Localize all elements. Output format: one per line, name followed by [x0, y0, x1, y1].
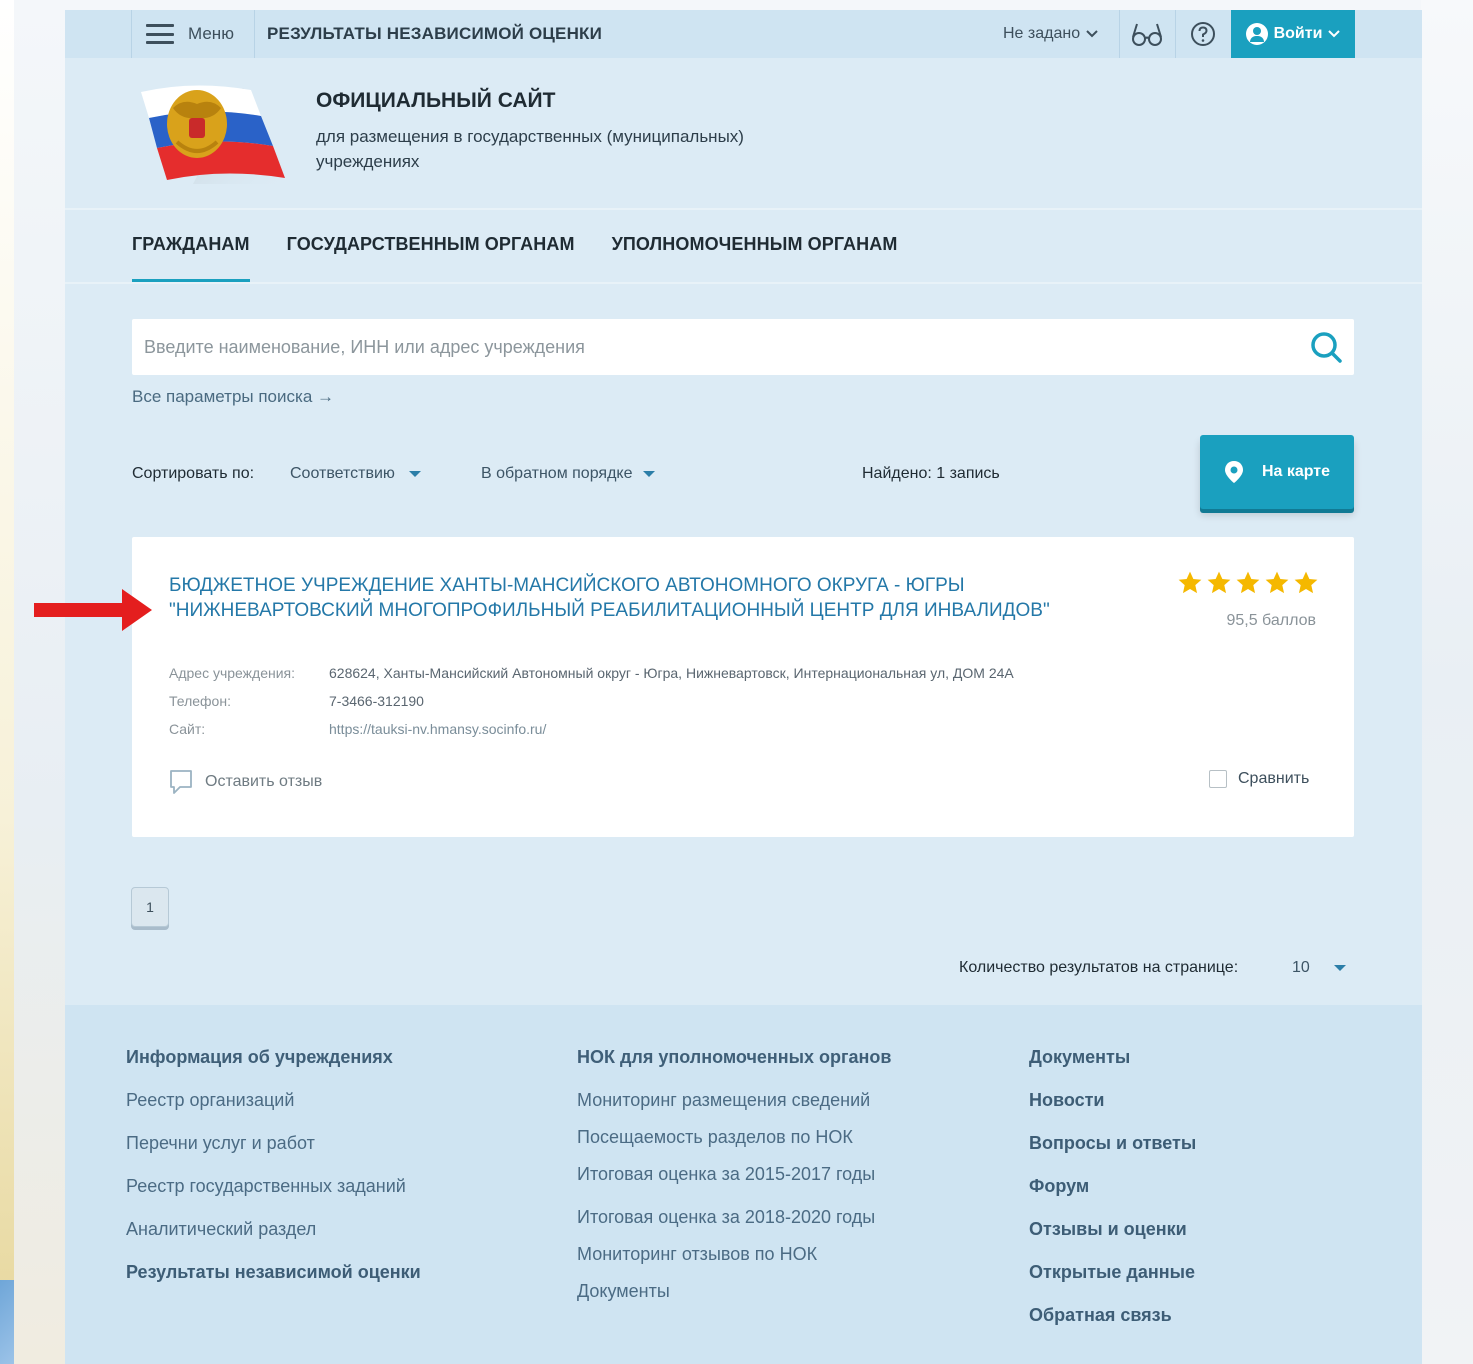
footer-link[interactable]: Открытые данные [1029, 1262, 1195, 1283]
leave-review-button[interactable]: Оставить отзыв [169, 769, 322, 795]
footer-link[interactable]: Отзывы и оценки [1029, 1219, 1187, 1240]
site-label: Сайт: [169, 721, 206, 737]
comment-icon [170, 770, 192, 794]
tab-authorized[interactable]: УПОЛНОМОЧЕННЫМ ОРГАНАМ [612, 234, 898, 283]
address-value: 628624, Ханты-Мансийский Автономный окру… [329, 665, 1014, 681]
footer-link[interactable]: Перечни услуг и работ [126, 1133, 315, 1154]
footer-link[interactable]: Информация об учреждениях [126, 1047, 393, 1068]
glasses-icon [1131, 23, 1162, 46]
background-left-edge [0, 0, 14, 1364]
star-icon [1178, 571, 1202, 594]
pagination-page-1[interactable]: 1 [131, 887, 169, 927]
star-icon [1265, 571, 1289, 594]
star-icon [1294, 571, 1318, 594]
result-card: БЮДЖЕТНОЕ УЧРЕЖДЕНИЕ ХАНТЫ-МАНСИЙСКОГО А… [132, 537, 1354, 837]
help-icon [1190, 22, 1215, 46]
sort-by-value: Соответствию [290, 465, 395, 482]
hamburger-icon [146, 24, 174, 44]
address-label: Адрес учреждения: [169, 665, 296, 681]
footer-link[interactable]: Аналитический раздел [126, 1219, 316, 1240]
footer-link[interactable]: Мониторинг отзывов по НОК [577, 1244, 817, 1265]
divider [65, 208, 1422, 210]
background-right-edge [1421, 0, 1473, 1364]
site-title: ОФИЦИАЛЬНЫЙ САЙТ [316, 89, 556, 112]
map-pin-icon [1224, 461, 1243, 483]
sort-by-dropdown[interactable]: Соответствию [290, 465, 421, 483]
footer-link[interactable]: Мониторинг размещения сведений [577, 1090, 870, 1111]
results-count: Найдено: 1 запись [862, 465, 1000, 482]
tab-citizens[interactable]: ГРАЖДАНАМ [132, 234, 250, 283]
compare-label: Сравнить [1238, 770, 1310, 787]
per-page-dropdown[interactable]: 10 [1292, 959, 1346, 977]
footer-link[interactable]: Реестр организаций [126, 1090, 294, 1111]
site-header: ОФИЦИАЛЬНЫЙ САЙТ для размещения в госуда… [65, 58, 1422, 208]
footer-link[interactable]: Результаты независимой оценки [126, 1262, 421, 1283]
footer-link[interactable]: Документы [1029, 1047, 1130, 1068]
phone-value: 7-3466-312190 [329, 693, 424, 709]
help-button[interactable] [1175, 10, 1229, 58]
institution-title-line: "НИЖНЕВАРТОВСКИЙ МНОГОПРОФИЛЬНЫЙ РЕАБИЛИ… [169, 600, 1050, 621]
phone-label: Телефон: [169, 693, 231, 709]
search-button[interactable] [1298, 319, 1354, 375]
section-title[interactable]: РЕЗУЛЬТАТЫ НЕЗАВИСИМОЙ ОЦЕНКИ [267, 24, 602, 44]
search-input[interactable] [132, 319, 1298, 375]
footer-link[interactable]: Итоговая оценка за 2018-2020 годы [577, 1207, 875, 1228]
caret-down-icon [642, 471, 655, 477]
rating-stars [1177, 570, 1322, 596]
russian-flag-emblem-logo[interactable] [133, 80, 295, 184]
accessibility-button[interactable] [1119, 10, 1173, 58]
region-selector[interactable]: Не задано [1003, 25, 1098, 43]
site-link[interactable]: https://tauksi-nv.hmansy.socinfo.ru/ [329, 715, 546, 743]
chevron-down-icon [1086, 30, 1098, 38]
site-footer: Информация об учреждениях Реестр организ… [65, 1005, 1422, 1364]
star-icon [1207, 571, 1231, 594]
caret-down-icon [1333, 965, 1346, 971]
sort-order-dropdown[interactable]: В обратном порядке [481, 465, 655, 483]
footer-link[interactable]: НОК для уполномоченных органов [577, 1047, 892, 1068]
institution-details: Адрес учреждения: 628624, Ханты-Мансийск… [169, 659, 1014, 743]
all-search-params-link[interactable]: Все параметры поиска → [132, 387, 334, 407]
tab-government[interactable]: ГОСУДАРСТВЕННЫМ ОРГАНАМ [287, 234, 575, 283]
footer-link[interactable]: Форум [1029, 1176, 1089, 1197]
login-button[interactable]: Войти [1231, 10, 1355, 58]
show-on-map-button[interactable]: На карте [1200, 435, 1354, 509]
footer-link[interactable]: Итоговая оценка за 2015-2017 годы [577, 1164, 875, 1185]
caret-down-icon [408, 471, 421, 477]
main-tabs: ГРАЖДАНАМ ГОСУДАРСТВЕННЫМ ОРГАНАМ УПОЛНО… [132, 234, 934, 283]
per-page-label: Количество результатов на странице: [959, 959, 1239, 976]
page-container: Меню РЕЗУЛЬТАТЫ НЕЗАВИСИМОЙ ОЦЕНКИ Не за… [65, 10, 1422, 1364]
institution-title-link[interactable]: БЮДЖЕТНОЕ УЧРЕЖДЕНИЕ ХАНТЫ-МАНСИЙСКОГО А… [169, 573, 1129, 623]
search-icon [1311, 332, 1342, 363]
per-page-value: 10 [1292, 959, 1310, 976]
star-icon [1236, 571, 1260, 594]
footer-link[interactable]: Обратная связь [1029, 1305, 1172, 1326]
compare-toggle[interactable]: Сравнить [1209, 770, 1309, 788]
footer-link[interactable]: Вопросы и ответы [1029, 1133, 1196, 1154]
user-icon [1245, 23, 1268, 45]
site-subtitle: для размещения в государственных (муници… [316, 127, 744, 171]
footer-link[interactable]: Документы [577, 1281, 670, 1302]
top-bar: Меню РЕЗУЛЬТАТЫ НЕЗАВИСИМОЙ ОЦЕНКИ Не за… [65, 10, 1422, 58]
red-arrow-annotation [34, 589, 152, 631]
institution-title-line: БЮДЖЕТНОЕ УЧРЕЖДЕНИЕ ХАНТЫ-МАНСИЙСКОГО А… [169, 575, 965, 596]
login-label: Войти [1273, 25, 1323, 42]
menu-label: Меню [188, 24, 234, 43]
map-button-label: На карте [1261, 463, 1331, 480]
footer-link[interactable]: Новости [1029, 1090, 1104, 1111]
footer-link[interactable]: Посещаемость разделов по НОК [577, 1127, 853, 1148]
region-label: Не задано [1003, 25, 1081, 42]
sort-order-value: В обратном порядке [481, 465, 633, 482]
leave-review-label: Оставить отзыв [205, 773, 323, 790]
search-box [132, 319, 1354, 375]
rating-score: 95,5 баллов [1226, 612, 1316, 629]
footer-link[interactable]: Реестр государственных заданий [126, 1176, 406, 1197]
compare-checkbox[interactable] [1209, 770, 1227, 788]
sort-label: Сортировать по: [132, 465, 255, 482]
divider [65, 282, 1422, 284]
background-left-corner [0, 1280, 14, 1364]
menu-button[interactable]: Меню [131, 10, 255, 58]
chevron-down-icon [1328, 30, 1341, 38]
